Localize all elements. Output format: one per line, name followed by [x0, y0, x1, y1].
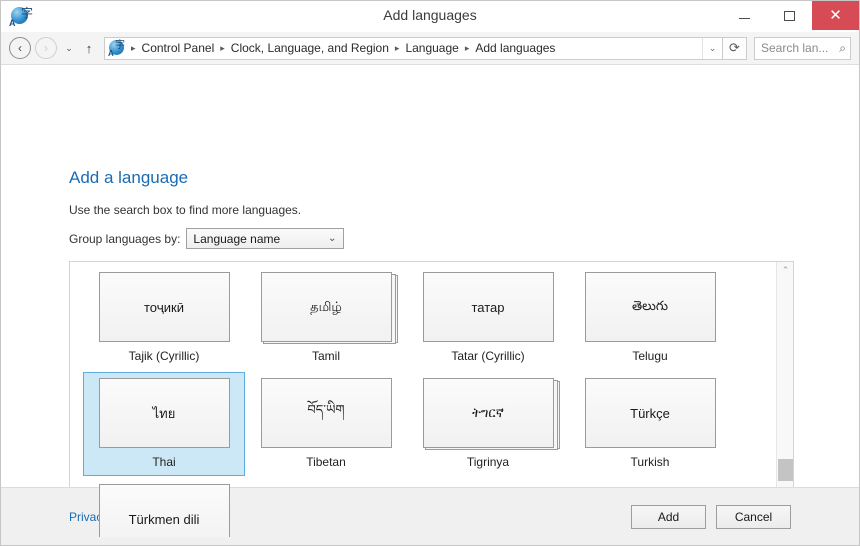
close-icon: ✕	[829, 7, 842, 24]
search-icon: ⌕	[839, 40, 846, 55]
language-tile-stack: тоҷикӣ	[98, 272, 230, 342]
language-display-name: Thai	[152, 455, 176, 469]
up-button[interactable]: ↑	[79, 37, 99, 59]
language-tile-turkish[interactable]: Türkçe Turkish	[569, 372, 731, 476]
page-subtitle: Use the search box to find more language…	[69, 203, 302, 217]
language-tile-tibetan[interactable]: བོད་ཡིག Tibetan	[245, 372, 407, 476]
cancel-button[interactable]: Cancel	[716, 504, 791, 529]
language-tile-stack: ትግርኛ	[422, 378, 560, 450]
language-native-name: тоҷикӣ	[98, 272, 230, 342]
refresh-button[interactable]: ⟳	[723, 36, 747, 60]
page-title: Add a language	[69, 168, 189, 187]
breadcrumb-separator-icon: ▸	[464, 42, 470, 53]
language-tile-stack: ไทย	[98, 378, 230, 448]
close-button[interactable]: ✕	[812, 1, 859, 30]
maximize-button[interactable]	[767, 1, 812, 30]
language-native-name: ไทย	[98, 378, 230, 448]
language-tile-telugu[interactable]: తెలుగు Telugu	[569, 266, 731, 370]
maximize-icon	[784, 10, 795, 21]
breadcrumb-separator-icon: ▸	[220, 42, 225, 53]
footer-buttons: Add Cancel	[631, 504, 791, 529]
address-bar: ‹ › ⌄ ↑ A 字 ▸ Control Panel ▸ Clock, Lan…	[1, 32, 859, 65]
language-display-name: Tajik (Cyrillic)	[128, 349, 200, 363]
language-native-name: తెలుగు	[584, 272, 716, 342]
scroll-up-arrow-icon[interactable]: ⌃	[777, 262, 793, 279]
group-by-label: Group languages by:	[69, 231, 181, 246]
breadcrumb-item-control-panel[interactable]: Control Panel	[139, 41, 218, 55]
add-button[interactable]: Add	[631, 504, 706, 529]
caption-buttons: ✕	[722, 1, 859, 30]
language-globe-icon: A 字	[9, 6, 33, 28]
language-tile-thai[interactable]: ไทย Thai	[83, 372, 245, 476]
breadcrumb-separator-icon: ▸	[394, 42, 400, 53]
language-tile-stack: తెలుగు	[584, 272, 716, 342]
language-display-name: Tatar (Cyrillic)	[451, 349, 525, 363]
language-tile-stack: Türkmen dili	[98, 484, 230, 537]
language-native-name: ትግርኛ	[422, 378, 554, 448]
language-tile-tajik-cyrillic[interactable]: тоҷикӣ Tajik (Cyrillic)	[83, 266, 245, 370]
language-display-name: Tibetan	[306, 455, 346, 469]
search-box[interactable]: Search lan... ⌕	[754, 36, 851, 60]
add-languages-window: A 字 Add languages ✕ ‹ › ⌄ ↑ A 字 ▸ Contro…	[0, 0, 860, 546]
back-button[interactable]: ‹	[9, 37, 31, 59]
minimize-button[interactable]	[722, 1, 767, 30]
language-display-name: Telugu	[632, 349, 668, 363]
breadcrumb-item-language[interactable]: Language	[402, 41, 461, 55]
group-languages-by-row: Group languages by: Language name ⌄	[69, 228, 345, 249]
language-tile-tamil[interactable]: தமிழ் Tamil	[245, 266, 407, 370]
language-native-name: Türkmen dili	[98, 484, 230, 537]
content-area: Add a language Use the search box to fin…	[1, 65, 859, 545]
breadcrumb-item-add-languages[interactable]: Add languages	[472, 41, 558, 55]
scrollbar-thumb[interactable]	[778, 459, 793, 481]
group-by-selected-value: Language name	[193, 231, 281, 246]
recent-locations-dropdown[interactable]: ⌄	[61, 37, 77, 59]
minimize-icon	[739, 18, 750, 19]
breadcrumb-separator-icon: ▸	[131, 42, 136, 53]
language-native-name: བོད་ཡིག	[260, 378, 392, 448]
language-native-name: தமிழ்	[260, 272, 392, 342]
breadcrumb-items: ▸ Control Panel ▸ Clock, Language, and R…	[128, 41, 702, 55]
language-tile-stack: татар	[422, 272, 554, 342]
forward-button[interactable]: ›	[35, 37, 57, 59]
chevron-down-icon: ⌄	[328, 233, 337, 244]
search-input[interactable]: Search lan...	[761, 41, 839, 55]
language-display-name: Turkish	[630, 455, 670, 469]
language-display-name: Tamil	[311, 349, 340, 363]
breadcrumb[interactable]: A 字 ▸ Control Panel ▸ Clock, Language, a…	[104, 36, 723, 60]
language-native-name: Türkçe	[584, 378, 716, 448]
language-tile-turkmen[interactable]: Türkmen diliTurkmen	[83, 478, 245, 537]
language-tile-stack: தமிழ்	[260, 272, 398, 344]
chevron-down-icon[interactable]: ⌄	[702, 37, 722, 59]
language-tile-stack: Türkçe	[584, 378, 716, 448]
breadcrumb-language-globe-icon: A 字	[108, 40, 125, 58]
language-native-name: татар	[422, 272, 554, 342]
breadcrumb-item-clock-language-region[interactable]: Clock, Language, and Region	[228, 41, 392, 55]
title-bar: A 字 Add languages ✕	[1, 1, 859, 32]
group-by-select[interactable]: Language name ⌄	[186, 228, 345, 249]
language-tile-tigrinya[interactable]: ትግርኛ Tigrinya	[407, 372, 569, 476]
language-tile-tatar-cyrillic[interactable]: татар Tatar (Cyrillic)	[407, 266, 569, 370]
language-tile-stack: བོད་ཡིག	[260, 378, 392, 448]
language-display-name: Tigrinya	[466, 455, 510, 469]
